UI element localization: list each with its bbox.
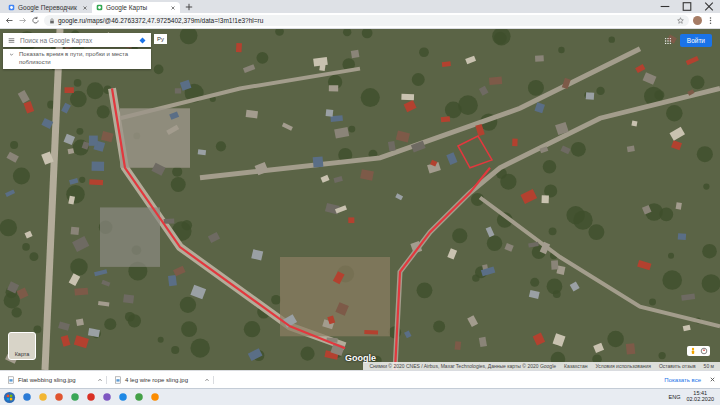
satellite-map[interactable]	[0, 29, 720, 370]
apps-grid-icon[interactable]	[664, 37, 672, 45]
start-orb-icon[interactable]	[3, 391, 16, 404]
browser-tab[interactable]: Google Карты	[92, 2, 180, 13]
download-item[interactable]: Flat webbing sling.jpg	[4, 376, 107, 384]
pegman-icon[interactable]	[689, 347, 697, 355]
map-view[interactable]: Поиск на Google Картах Показать время в п…	[0, 29, 720, 370]
app-icon[interactable]	[102, 392, 112, 402]
hamburger-icon[interactable]	[8, 37, 15, 44]
input-language[interactable]: ENG	[669, 394, 681, 400]
chevron-icon	[8, 51, 15, 58]
download-name: 4 leg wire rope sling.jpg	[125, 377, 201, 383]
address-text: google.ru/maps/@46.2763372,47.9725402,37…	[58, 17, 263, 24]
download-item[interactable]: 4 leg wire rope sling.jpg	[111, 376, 214, 384]
app-icon[interactable]	[134, 392, 144, 402]
reload-icon[interactable]	[31, 16, 40, 25]
close-icon[interactable]	[709, 376, 716, 383]
image-file-icon	[7, 376, 15, 384]
top-right-controls: Войти	[664, 34, 712, 47]
address-bar[interactable]: google.ru/maps/@46.2763372,47.9725402,37…	[44, 15, 689, 26]
taskbar: ENG 15:4102.02.2020	[0, 388, 720, 405]
attribution-item[interactable]: Казахстан	[564, 363, 587, 369]
minimize-icon[interactable]	[654, 0, 676, 13]
profile-avatar-icon[interactable]	[693, 16, 702, 25]
layers-toggle[interactable]: Карта	[8, 332, 36, 360]
app-icon[interactable]	[54, 392, 64, 402]
close-icon[interactable]	[170, 5, 176, 11]
attribution-item[interactable]: 50 м	[704, 363, 714, 369]
tab-label: Google Переводчик	[18, 4, 79, 11]
show-all-button[interactable]: Показать все	[660, 375, 705, 385]
suggestion-text: Показать время в пути, пробки и места по…	[19, 51, 146, 67]
tab-label: Google Карты	[106, 4, 167, 11]
close-icon[interactable]	[82, 5, 88, 11]
attribution-item: Снимки © 2020 CNES / Airbus, Maxar Techn…	[369, 363, 556, 369]
browser-tab[interactable]: Google Переводчик	[4, 2, 92, 13]
app-icon[interactable]	[70, 392, 80, 402]
app-icon[interactable]	[22, 392, 32, 402]
caret-up-icon[interactable]	[204, 377, 210, 383]
plus-icon[interactable]	[185, 3, 193, 11]
plot-outline	[458, 136, 492, 168]
attribution-bar: Снимки © 2020 CNES / Airbus, Maxar Techn…	[363, 362, 720, 370]
attribution-item[interactable]: Оставить отзыв	[659, 363, 696, 369]
map-controls	[687, 346, 710, 356]
screen: Google Переводчик Google Карты google.ru/m…	[0, 0, 720, 405]
bookmark-star-icon[interactable]	[677, 17, 684, 24]
search-placeholder: Поиск на Google Картах	[20, 37, 134, 44]
nearby-suggestion[interactable]: Показать время в пути, пробки и места по…	[3, 49, 151, 69]
maximize-icon[interactable]	[676, 0, 698, 13]
app-icon[interactable]	[150, 392, 160, 402]
clock[interactable]: 15:4102.02.2020	[686, 391, 714, 403]
compass-icon[interactable]	[700, 347, 708, 355]
downloads-bar: Flat webbing sling.jpg 4 leg wire rope sl…	[0, 370, 720, 388]
language-chip[interactable]: Ру	[154, 34, 167, 44]
caret-up-icon[interactable]	[97, 377, 103, 383]
directions-icon[interactable]	[139, 37, 146, 44]
download-name: Flat webbing sling.jpg	[18, 377, 94, 383]
forward-icon[interactable]	[18, 16, 27, 25]
tab-strip: Google Переводчик Google Карты	[0, 0, 720, 13]
search-panel: Поиск на Google Картах Показать время в п…	[3, 33, 151, 69]
app-icon[interactable]	[38, 392, 48, 402]
sign-in-button[interactable]: Войти	[680, 34, 712, 47]
back-icon[interactable]	[5, 16, 14, 25]
lock-icon	[49, 18, 55, 24]
attribution-item[interactable]: Условия использования	[595, 363, 651, 369]
search-box[interactable]: Поиск на Google Картах	[3, 33, 151, 47]
toolbar: google.ru/maps/@46.2763372,47.9725402,37…	[0, 13, 720, 29]
favicon-icon	[96, 4, 103, 11]
app-icon[interactable]	[86, 392, 96, 402]
route-line	[395, 168, 490, 370]
favicon-icon	[8, 4, 15, 11]
app-icon[interactable]	[118, 392, 128, 402]
layers-label: Карта	[15, 351, 30, 357]
menu-dots-icon[interactable]	[706, 16, 715, 25]
clock-date: 02.02.2020	[686, 397, 714, 403]
image-file-icon	[114, 376, 122, 384]
close-window-icon[interactable]	[698, 0, 720, 13]
route-line	[112, 88, 345, 348]
